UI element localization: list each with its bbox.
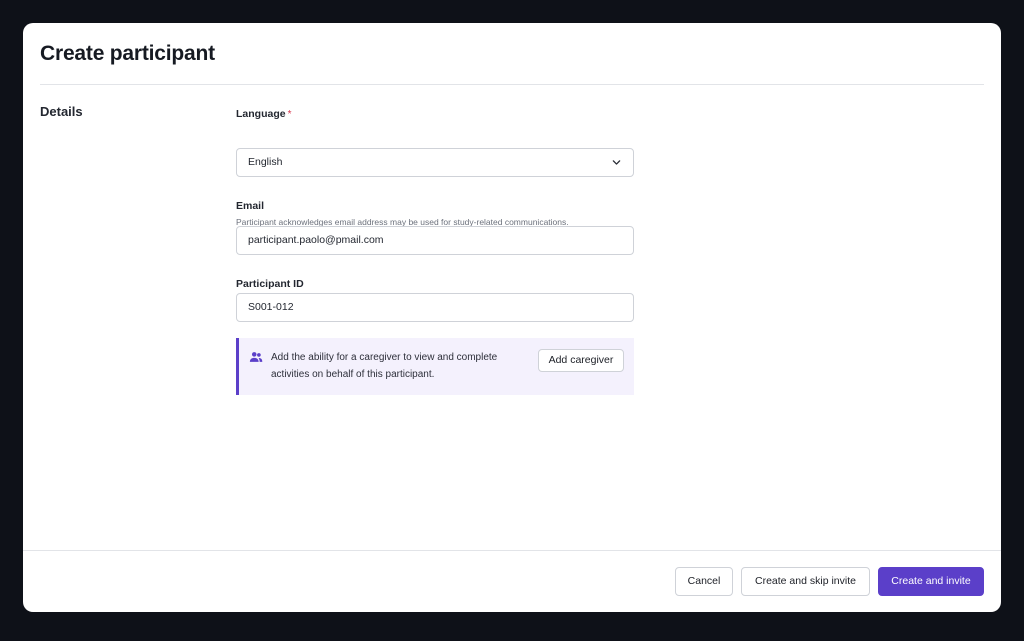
required-mark: *: [287, 109, 292, 120]
email-input-value: participant.paolo@pmail.com: [248, 234, 384, 246]
language-label: Language: [236, 108, 286, 120]
create-participant-dialog: Create participant Details Language * Eng…: [23, 23, 1001, 612]
caregiver-callout: Add the ability for a caregiver to view …: [236, 338, 634, 395]
participant-id-label: Participant ID: [236, 278, 304, 290]
caregiver-callout-text: Add the ability for a caregiver to view …: [271, 352, 498, 380]
users-icon: [249, 352, 263, 362]
create-and-skip-invite-button[interactable]: Create and skip invite: [741, 567, 870, 596]
email-field: Email Participant acknowledges email add…: [236, 196, 634, 227]
language-field: Language *: [236, 104, 634, 122]
participant-id-input[interactable]: S001-012: [236, 293, 634, 322]
participant-id-value: S001-012: [248, 301, 294, 313]
create-and-invite-button[interactable]: Create and invite: [878, 567, 984, 596]
header-divider: [40, 84, 984, 85]
cancel-button[interactable]: Cancel: [675, 567, 733, 596]
email-label: Email: [236, 200, 265, 212]
email-input[interactable]: participant.paolo@pmail.com: [236, 226, 634, 255]
language-select-value: English: [248, 156, 283, 168]
participant-id-field: Participant ID: [236, 274, 634, 292]
dialog-title: Create participant: [40, 42, 215, 65]
language-select[interactable]: English: [236, 148, 634, 177]
dialog-header: Create participant: [23, 23, 1001, 85]
footer-divider: [23, 550, 1001, 551]
chevron-down-icon: [612, 160, 621, 165]
add-caregiver-button[interactable]: Add caregiver: [538, 349, 624, 372]
section-label-details: Details: [40, 104, 83, 119]
